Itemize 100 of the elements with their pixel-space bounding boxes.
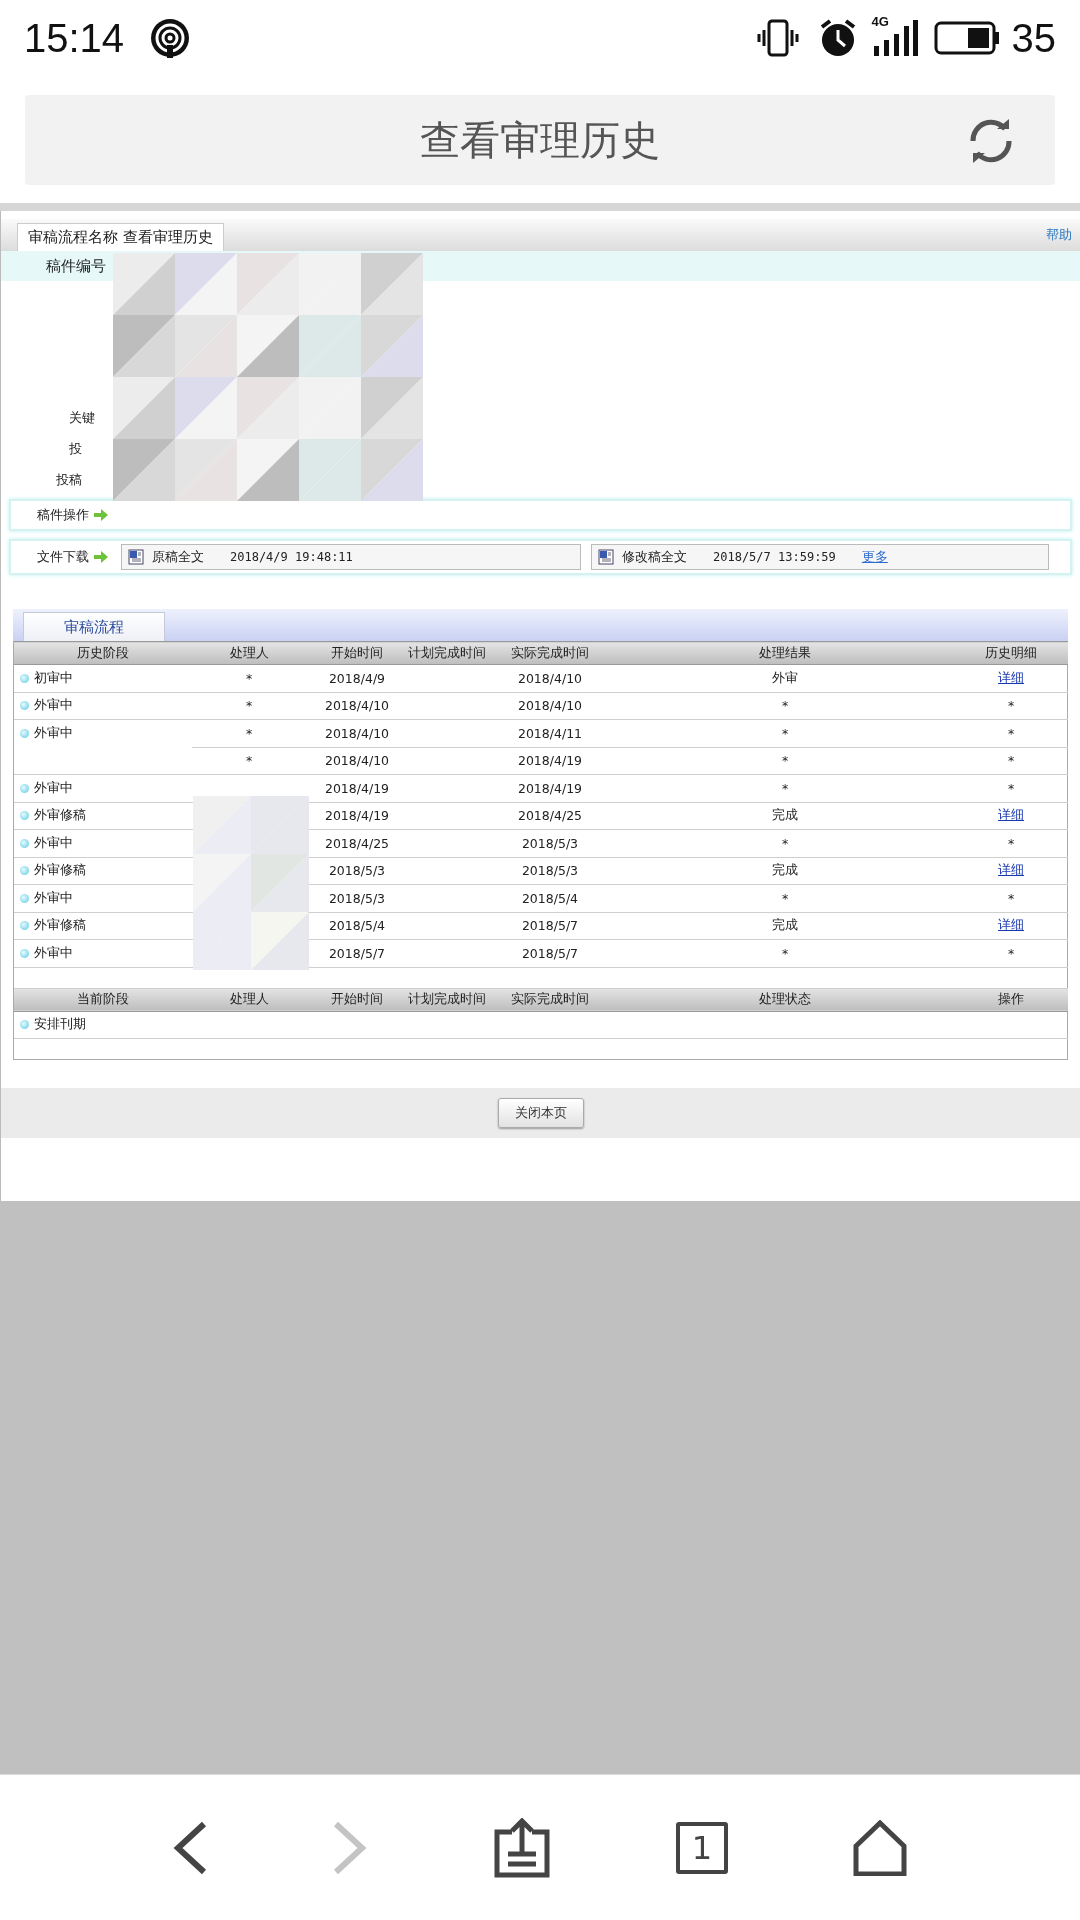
back-icon[interactable] [172, 1820, 208, 1875]
table-cell: 外审修稿 [34, 862, 86, 880]
process-name-tab[interactable]: 审稿流程名称 查看审理历史 [17, 223, 224, 251]
table-cell: 外审中 [34, 834, 73, 852]
bullet-icon [20, 866, 29, 876]
clock-time: 15:14 [24, 15, 125, 61]
table-cell: 2018/5/4 [328, 918, 386, 934]
column-header: 开始时间 [306, 988, 408, 1011]
table-cell: * [1007, 890, 1015, 906]
file-time: 2018/4/9 19:48:11 [230, 550, 353, 564]
table-cell: 2018/5/3 [328, 890, 386, 906]
table-cell: * [1007, 753, 1015, 769]
bullet-icon [20, 701, 29, 711]
table-cell: 2018/5/3 [521, 863, 579, 879]
home-icon[interactable] [852, 1819, 908, 1876]
table-cell: 外审中 [34, 889, 73, 907]
table-cell: 2018/5/3 [328, 863, 386, 879]
table-cell: * [781, 835, 789, 851]
detail-link[interactable]: 详细 [998, 917, 1024, 933]
column-header: 计划完成时间 [408, 641, 484, 665]
page-title: 查看审理历史 [420, 115, 660, 165]
field-label: 文件下载 [37, 548, 89, 566]
bullet-icon [20, 1020, 29, 1030]
table-cell: 2018/4/25 [517, 808, 583, 824]
table-cell: 完成 [772, 862, 798, 878]
hotspot-icon [150, 18, 191, 58]
table-cell: 完成 [772, 917, 798, 933]
detail-link[interactable]: 详细 [998, 669, 1024, 685]
battery-level: 35 [1011, 15, 1056, 61]
bullet-icon [20, 729, 29, 738]
table-cell: 2018/4/10 [517, 670, 583, 686]
battery-icon [933, 20, 1000, 56]
tabs-button[interactable]: 1 [676, 1821, 728, 1874]
table-cell: 2018/4/19 [324, 780, 390, 796]
table-cell: 外审修稿 [34, 917, 86, 935]
table-cell: 安排刊期 [34, 1016, 86, 1034]
table-cell: 外审中 [34, 697, 73, 715]
arrow-icon [93, 509, 109, 521]
column-header: 计划完成时间 [408, 988, 484, 1011]
table-cell: * [245, 698, 253, 714]
bullet-icon [20, 811, 29, 821]
file-time: 2018/5/7 13:59:59 [713, 550, 836, 564]
table-cell: 2018/4/10 [324, 725, 390, 741]
field-label: 稿件编号 [46, 256, 106, 276]
table-cell: * [245, 753, 253, 769]
column-header: 当前阶段 [14, 988, 192, 1011]
document-icon [128, 549, 144, 565]
table-cell: 2018/5/7 [521, 918, 579, 934]
column-header: 历史明细 [954, 641, 1068, 665]
file-link[interactable]: 修改稿全文 [622, 548, 687, 566]
table-cell: 2018/4/10 [517, 698, 583, 714]
bullet-icon [20, 783, 29, 793]
table-cell: 2018/4/9 [328, 670, 386, 686]
column-header: 处理人 [192, 988, 306, 1011]
field-label: 稿件操作 [37, 506, 89, 524]
table-cell: * [1007, 835, 1015, 851]
table-cell: 完成 [772, 807, 798, 823]
table-cell: * [781, 725, 789, 741]
table-cell: 2018/5/3 [521, 835, 579, 851]
table-cell: * [1007, 725, 1015, 741]
column-header: 处理结果 [616, 641, 954, 665]
table-cell: 2018/4/19 [517, 780, 583, 796]
table-cell: 2018/4/19 [324, 808, 390, 824]
table-cell: 外审 [772, 669, 798, 685]
column-header: 开始时间 [306, 641, 408, 665]
table-cell: 外审中 [34, 779, 73, 797]
bullet-icon [20, 838, 29, 848]
table-cell: 2018/4/10 [324, 698, 390, 714]
more-link[interactable]: 更多 [861, 548, 888, 566]
close-page-button[interactable]: 关闭本页 [497, 1098, 584, 1128]
bullet-icon [20, 948, 29, 958]
table-cell: 2018/5/7 [521, 945, 579, 961]
help-link[interactable]: 帮助 [1046, 226, 1072, 244]
share-icon[interactable] [492, 1817, 552, 1878]
arrow-icon [93, 551, 109, 563]
column-header: 实际完成时间 [484, 988, 616, 1011]
bullet-icon [20, 921, 29, 931]
table-cell: 外审中 [34, 725, 73, 742]
bullet-icon [20, 673, 29, 683]
table-cell: 外审中 [34, 944, 73, 962]
bullet-icon [20, 893, 29, 903]
table-cell: 2018/4/25 [324, 835, 390, 851]
table-cell: 初审中 [34, 669, 73, 687]
table-cell: 2018/4/11 [517, 725, 583, 741]
detail-link[interactable]: 详细 [998, 862, 1024, 878]
column-header: 处理人 [192, 641, 306, 665]
table-cell: * [1007, 780, 1015, 796]
section-tab[interactable]: 审稿流程 [23, 612, 165, 641]
table-cell: * [245, 725, 253, 741]
detail-link[interactable]: 详细 [998, 807, 1024, 823]
table-cell: 外审修稿 [34, 807, 86, 825]
table-cell: * [781, 698, 789, 714]
table-cell: * [781, 945, 789, 961]
table-cell: * [781, 753, 789, 769]
table-cell: 2018/5/7 [328, 945, 386, 961]
table-cell: * [1007, 698, 1015, 714]
table-cell: * [1007, 945, 1015, 961]
table-cell: * [245, 670, 253, 686]
file-link[interactable]: 原稿全文 [152, 548, 204, 566]
field-label: 投 [68, 440, 83, 458]
